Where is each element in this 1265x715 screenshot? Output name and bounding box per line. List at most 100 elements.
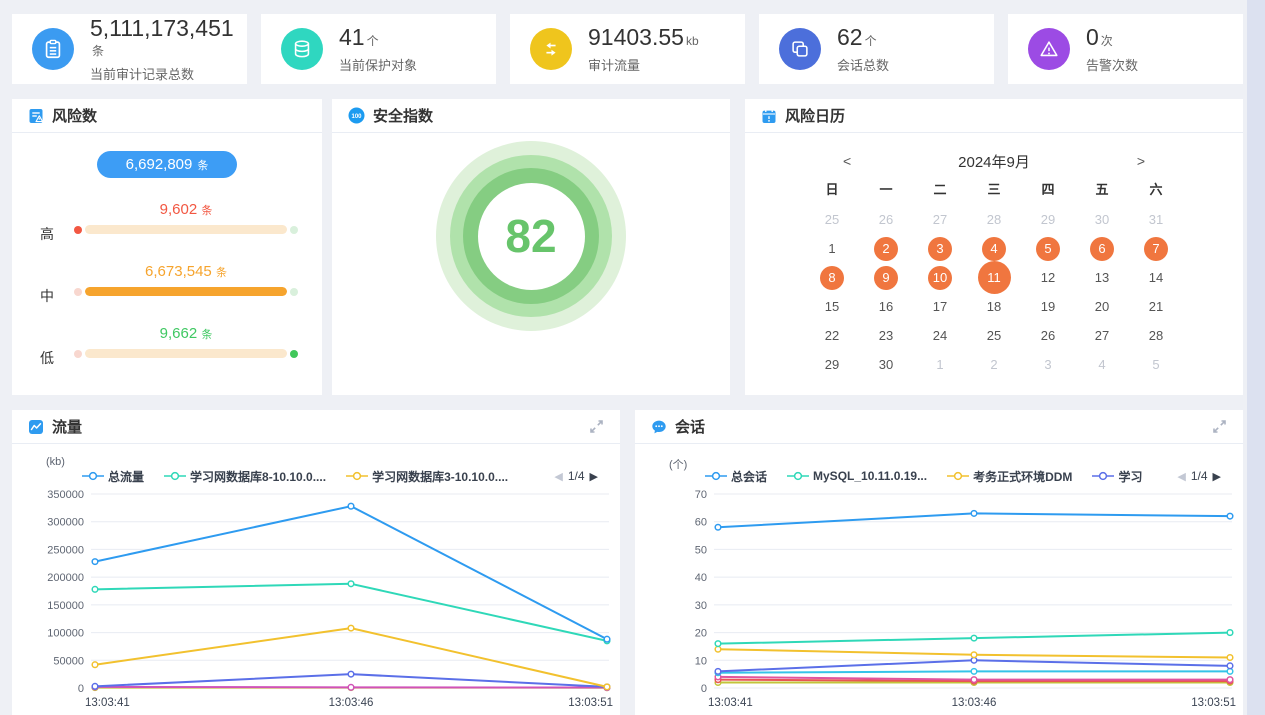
calendar-weekday: 四 [1021,175,1075,205]
calendar-day-cell[interactable]: 10 [913,263,967,292]
calendar-day-cell[interactable]: 2 [859,234,913,263]
y-axis-tick: 50000 [53,655,84,667]
svg-text:100: 100 [351,114,362,120]
calendar-day-cell[interactable]: 28 [1129,321,1183,350]
y-axis-tick: 30 [695,600,707,612]
page-scrollbar[interactable] [1247,0,1265,715]
calendar-weekday: 五 [1075,175,1129,205]
calendar-day-cell[interactable]: 7 [1129,234,1183,263]
stat-label: 当前审计记录总数 [90,64,247,83]
y-axis-tick: 40 [695,572,707,584]
calendar-day-cell[interactable]: 1 [913,350,967,379]
calendar-nav: < 2024年9月 > [745,147,1243,175]
calendar-day-cell[interactable]: 25 [967,321,1021,350]
calendar-prev-button[interactable]: < [843,153,851,169]
series-point [715,641,721,647]
series-point [348,625,354,631]
y-axis-tick: 10 [695,655,707,667]
calendar-day-cell[interactable]: 4 [967,234,1021,263]
calendar-day-cell[interactable]: 2 [967,350,1021,379]
calendar-day-cell[interactable]: 4 [1075,350,1129,379]
stat-value: 91403.55 [588,24,684,50]
series-point [1227,677,1233,683]
calendar-day-cell[interactable]: 30 [859,350,913,379]
transfer-icon [530,28,572,70]
calendar-day-cell[interactable]: 17 [913,292,967,321]
legend-marker-icon [705,471,727,481]
series-point [604,684,610,690]
legend-prev-icon[interactable]: ◀ [1177,470,1185,483]
stat-value: 5,111,173,451 [90,15,234,41]
calendar-day-cell[interactable]: 31 [1129,205,1183,234]
risk-calendar-panel: 风险日历 < 2024年9月 > 日一二三四五六 252627282930311… [745,99,1243,395]
calendar-day-cell[interactable]: 25 [805,205,859,234]
calendar-day-cell[interactable]: 3 [1021,350,1075,379]
stat-card-protected-objects: 41个 当前保护对象 [261,14,496,84]
legend-marker-icon [947,471,969,481]
legend-next-icon[interactable]: ▶ [1213,470,1221,483]
legend-marker-icon [787,471,809,481]
calendar-day-cell[interactable]: 20 [1075,292,1129,321]
calendar-day-cell[interactable]: 29 [805,350,859,379]
y-axis-tick: 350000 [47,489,84,501]
calendar-day-cell[interactable]: 8 [805,263,859,292]
calendar-day-cell[interactable]: 1 [805,234,859,263]
calendar-day-cell[interactable]: 27 [1075,321,1129,350]
calendar-day-cell[interactable]: 3 [913,234,967,263]
stat-card-alerts: 0次 告警次数 [1008,14,1243,84]
calendar-day-cell[interactable]: 21 [1129,292,1183,321]
calendar-next-button[interactable]: > [1137,153,1145,169]
calendar-day-cell[interactable]: 11 [967,263,1021,292]
stat-label: 会话总数 [837,55,889,74]
legend-prev-icon[interactable]: ◀ [554,470,562,483]
legend-item[interactable]: MySQL_10.11.0.19... [787,469,927,483]
security-index-panel: 100 安全指数 82 [332,99,730,395]
dashboard: 5,111,173,451条 当前审计记录总数 41个 当前保护对象 91403… [0,0,1265,715]
calendar-day-cell[interactable]: 5 [1129,350,1183,379]
calendar-day-cell[interactable]: 13 [1075,263,1129,292]
calendar-day-cell[interactable]: 26 [859,205,913,234]
calendar-day-cell[interactable]: 6 [1075,234,1129,263]
calendar-day-cell[interactable]: 19 [1021,292,1075,321]
calendar-weekday: 六 [1129,175,1183,205]
series-point [1227,655,1233,661]
calendar-day-cell[interactable]: 12 [1021,263,1075,292]
bar-track [85,287,287,296]
calendar-day-cell[interactable]: 14 [1129,263,1183,292]
expand-icon[interactable] [589,419,604,434]
risk-level-label: 高 [40,224,54,244]
y-axis-tick: 200000 [47,572,84,584]
risk-row: 6,673,545 条中 [12,256,298,318]
series-point [971,511,977,517]
stat-body: 0次 告警次数 [1086,24,1138,74]
series-point [92,587,98,593]
calendar-day-cell[interactable]: 18 [967,292,1021,321]
calendar-day-cell[interactable]: 26 [1021,321,1075,350]
calendar-day-cell[interactable]: 9 [859,263,913,292]
bar-right-cap [290,350,298,358]
x-axis-tick: 13:03:41 [85,697,130,709]
legend-next-icon[interactable]: ▶ [590,470,598,483]
legend-page-label: 1/4 [568,469,585,483]
calendar-day-cell[interactable]: 15 [805,292,859,321]
risk-total-unit: 条 [197,157,208,173]
bar-left-cap [74,288,82,296]
security-score-value: 82 [505,209,556,263]
series-point [348,503,354,509]
calendar-day-cell[interactable]: 29 [1021,205,1075,234]
calendar-day-cell[interactable]: 22 [805,321,859,350]
calendar-day-cell[interactable]: 16 [859,292,913,321]
sessions-panel: 会话 (个) 总会话MySQL_10.11.0.19...考务正式环境DDM学习… [635,410,1243,715]
legend-pager: ◀ 1/4 ▶ [1177,469,1221,483]
calendar-day-cell[interactable]: 27 [913,205,967,234]
risk-value: 6,673,545 条 [74,256,298,280]
calendar-day-cell[interactable]: 28 [967,205,1021,234]
risk-row: 9,662 条低 [12,318,298,380]
risk-bar [74,225,298,234]
calendar-weekday: 二 [913,175,967,205]
expand-icon[interactable] [1212,419,1227,434]
calendar-day-cell[interactable]: 24 [913,321,967,350]
calendar-day-cell[interactable]: 23 [859,321,913,350]
calendar-day-cell[interactable]: 30 [1075,205,1129,234]
calendar-day-cell[interactable]: 5 [1021,234,1075,263]
